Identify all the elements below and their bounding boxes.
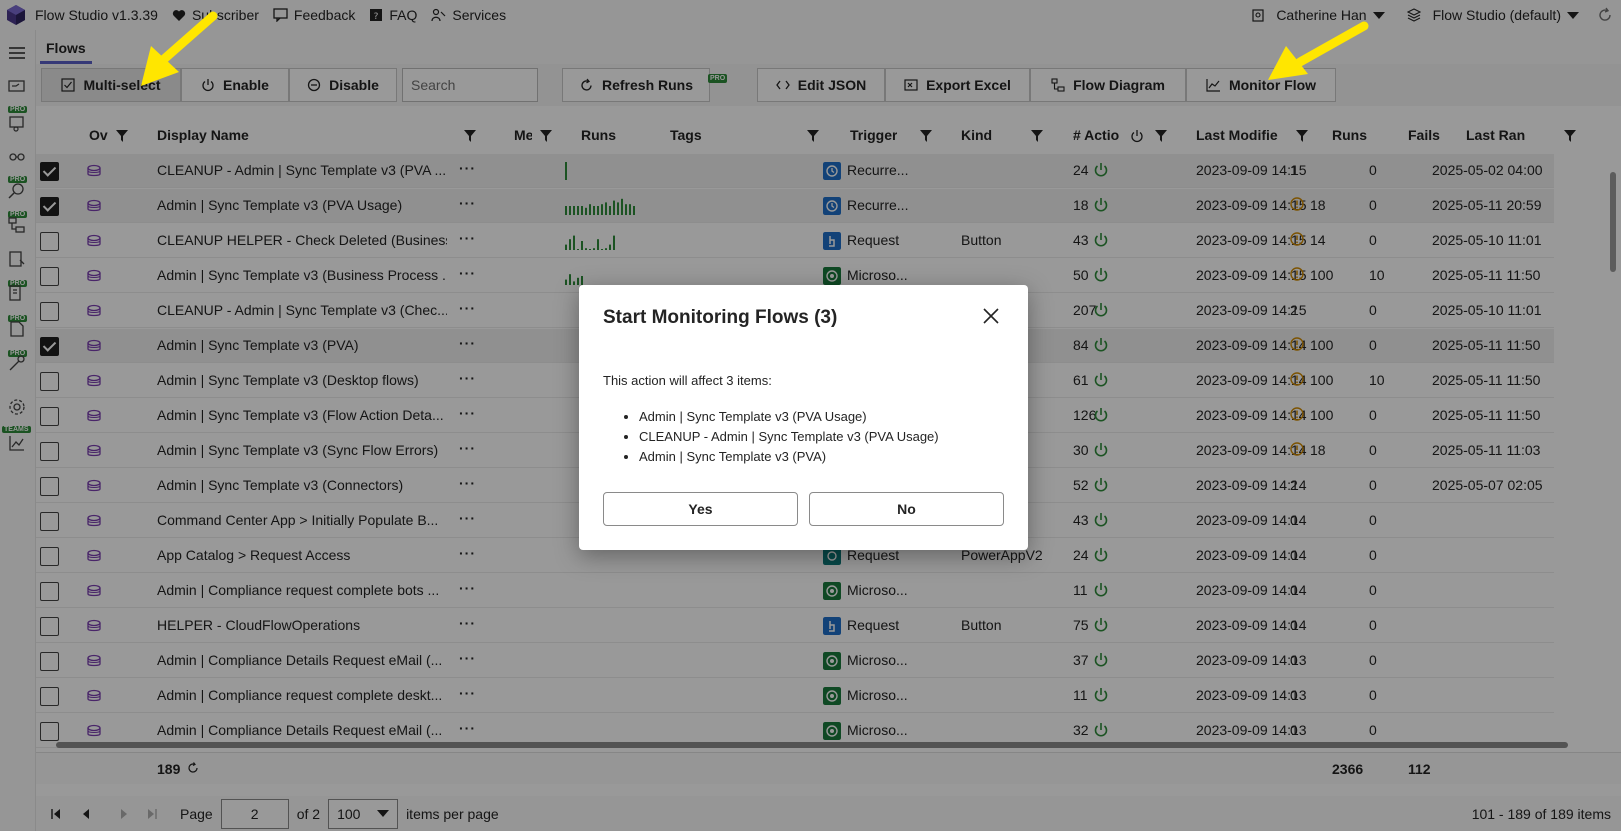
annotation-arrow-monitor-flow (1268, 21, 1369, 80)
affected-item: Admin | Sync Template v3 (PVA Usage) (639, 407, 939, 427)
no-button[interactable]: No (809, 492, 1004, 526)
close-icon[interactable] (982, 307, 1000, 325)
dialog-title: Start Monitoring Flows (3) (603, 307, 838, 328)
affected-item: Admin | Sync Template v3 (PVA) (639, 447, 939, 467)
dialog-body-text: This action will affect 3 items: (603, 373, 772, 388)
affected-items-list: Admin | Sync Template v3 (PVA Usage) CLE… (619, 407, 939, 467)
affected-item: CLEANUP - Admin | Sync Template v3 (PVA … (639, 427, 939, 447)
start-monitoring-dialog: Start Monitoring Flows (3) This action w… (579, 285, 1028, 550)
annotation-arrow-multiselect (141, 11, 218, 86)
yes-button[interactable]: Yes (603, 492, 798, 526)
